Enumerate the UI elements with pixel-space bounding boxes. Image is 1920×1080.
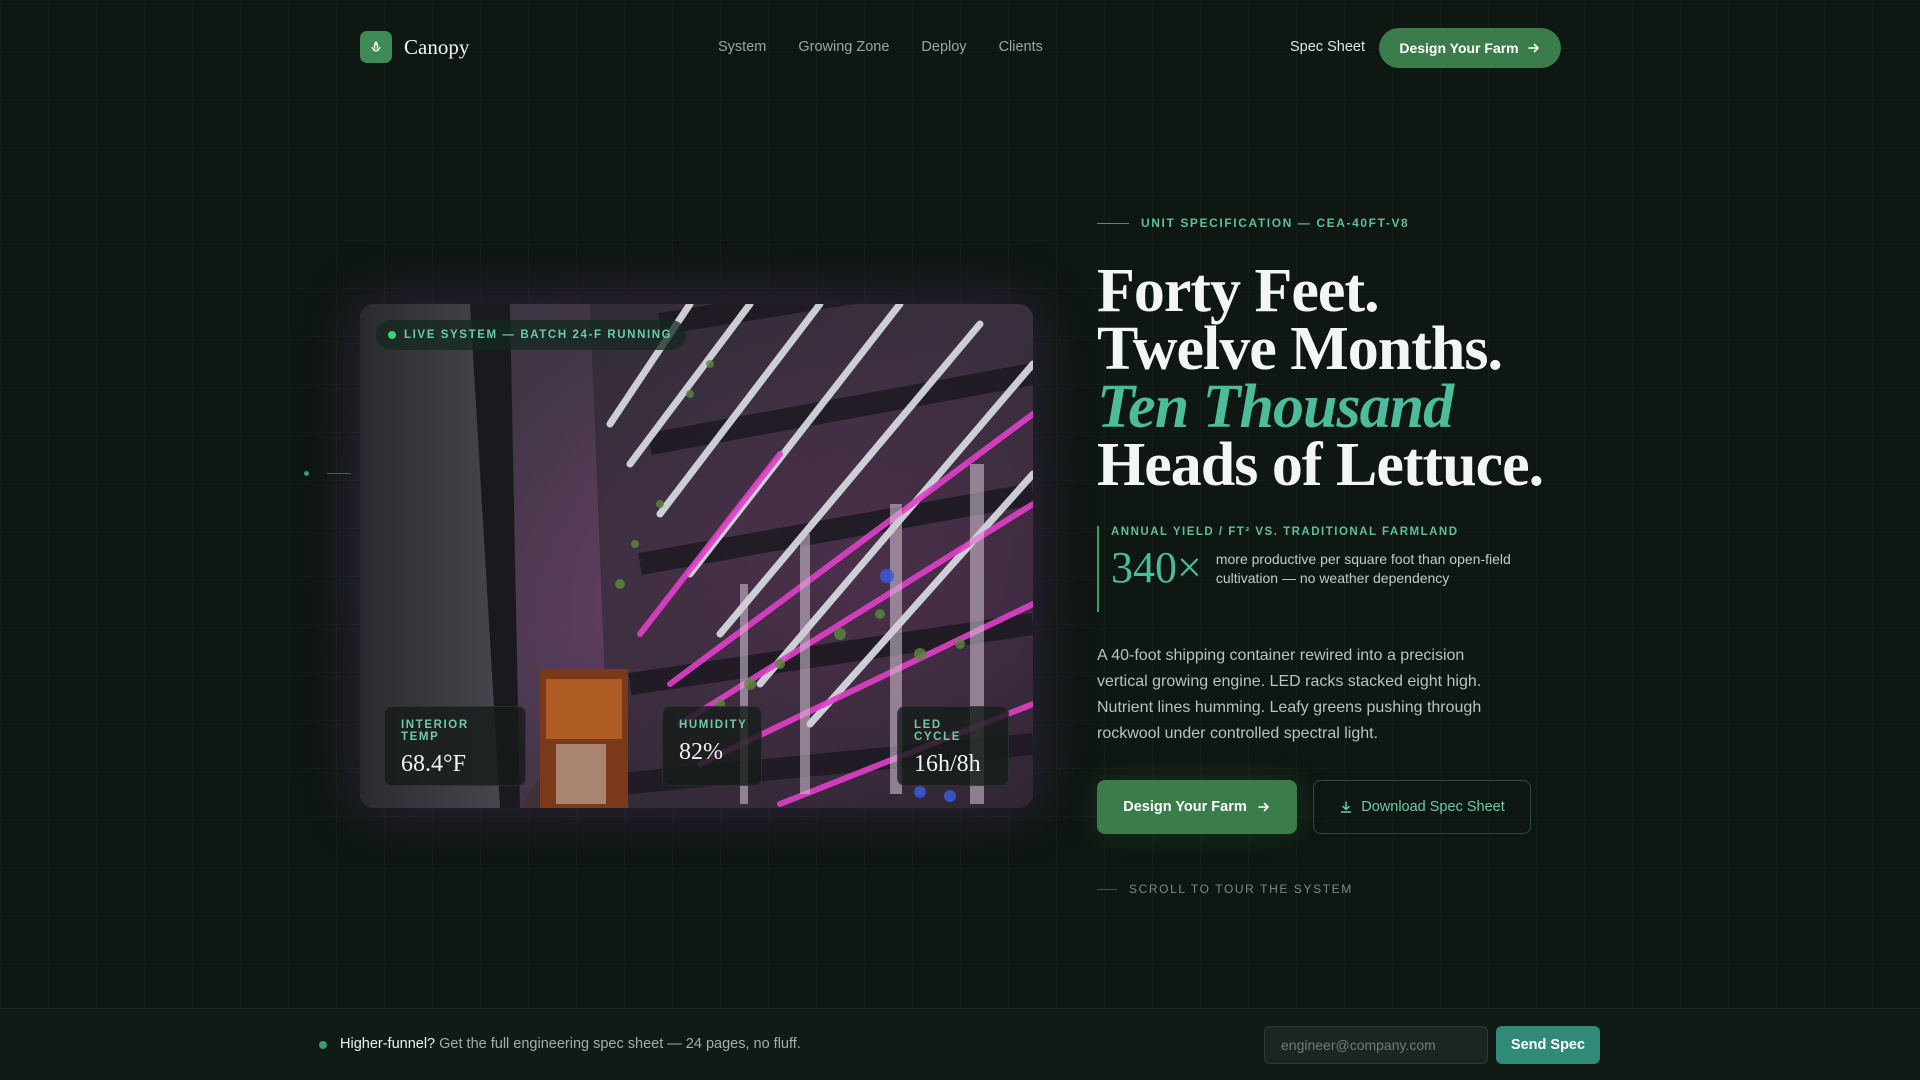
live-status-dot (388, 331, 396, 339)
hero-headline: Forty Feet. Twelve Months. Ten Thousand … (1097, 257, 1657, 499)
design-farm-button[interactable]: Design Your Farm (1097, 780, 1297, 834)
nav-cta-label: Design Your Farm (1399, 40, 1519, 56)
live-system-badge: LIVE SYSTEM — BATCH 24-F RUNNING (376, 320, 687, 350)
nav-spec-sheet-link[interactable]: Spec Sheet (1290, 39, 1365, 55)
yield-label: ANNUAL YIELD / FT² VS. TRADITIONAL FARML… (1111, 526, 1459, 538)
download-icon (1341, 801, 1352, 813)
primary-cta-label: Design Your Farm (1123, 799, 1247, 815)
stat-label: LED CYCLE (914, 719, 961, 743)
nav-link-system[interactable]: System (718, 39, 766, 55)
side-dot (304, 471, 309, 476)
stat-value: 16h/8h (914, 751, 981, 777)
signup-message: Higher-funnel? Get the full engineering … (340, 1036, 801, 1052)
yield-row: 340× more productive per square foot tha… (1111, 546, 1536, 590)
headline-line-2: Twelve Months. (1097, 315, 1503, 383)
nav-link-growing-zone[interactable]: Growing Zone (798, 39, 889, 55)
nav-design-farm-button[interactable]: Design Your Farm (1379, 28, 1561, 68)
scroll-hint-label: SCROLL TO TOUR THE SYSTEM (1129, 882, 1353, 896)
nav-link-clients[interactable]: Clients (999, 39, 1043, 55)
top-nav: Canopy System Growing Zone Deploy Client… (0, 0, 1920, 96)
signup-lead: Higher-funnel? (340, 1036, 436, 1052)
headline-line-4: Heads of Lettuce. (1097, 431, 1544, 499)
stat-interior-temp: INTERIOR TEMP 68.4°F (384, 706, 526, 786)
scroll-line (1097, 888, 1117, 890)
signup-dot (319, 1041, 327, 1049)
scroll-hint: SCROLL TO TOUR THE SYSTEM (1097, 882, 1353, 896)
arrow-right-icon (1527, 43, 1539, 53)
stat-value: 68.4°F (401, 751, 466, 777)
annual-yield-stat: ANNUAL YIELD / FT² VS. TRADITIONAL FARML… (1097, 526, 1536, 612)
secondary-cta-label: Download Spec Sheet (1361, 799, 1505, 815)
side-indicator (304, 471, 351, 476)
headline-line-accent: Ten Thousand (1097, 373, 1454, 441)
hero-image-card: LIVE SYSTEM — BATCH 24-F RUNNING INTERIO… (360, 304, 1033, 808)
stat-led-cycle: LED CYCLE 16h/8h (897, 706, 1009, 786)
stat-label: HUMIDITY (679, 719, 748, 731)
live-badge-label: LIVE SYSTEM — BATCH 24-F RUNNING (404, 329, 673, 341)
yield-value: 340× (1111, 543, 1202, 592)
unit-spec-eyebrow: UNIT SPECIFICATION — CEA-40FT-V8 (1097, 216, 1409, 230)
stat-humidity: HUMIDITY 82% (662, 706, 762, 786)
side-line (327, 473, 351, 474)
send-spec-button[interactable]: Send Spec (1496, 1026, 1600, 1064)
stat-label: INTERIOR TEMP (401, 719, 469, 743)
eyebrow-label: UNIT SPECIFICATION — CEA-40FT-V8 (1141, 216, 1410, 230)
brand-name: Canopy (404, 34, 470, 59)
nav-link-deploy[interactable]: Deploy (921, 39, 966, 55)
eyebrow-line (1097, 222, 1129, 224)
brand-logo[interactable]: Canopy (360, 31, 469, 63)
hero-body-copy: A 40-foot shipping container rewired int… (1097, 647, 1482, 742)
leaf-icon (360, 31, 392, 63)
email-field[interactable] (1264, 1026, 1488, 1064)
signup-text: Get the full engineering spec sheet — 24… (439, 1036, 801, 1052)
download-spec-sheet-button[interactable]: Download Spec Sheet (1313, 780, 1531, 834)
nav-links: System Growing Zone Deploy Clients (718, 39, 1043, 55)
spec-signup-bar: Higher-funnel? Get the full engineering … (0, 1008, 1920, 1080)
stat-value: 82% (679, 739, 723, 765)
headline-line-1: Forty Feet. (1097, 257, 1380, 325)
arrow-right-icon (1257, 802, 1269, 812)
yield-description: more productive per square foot than ope… (1215, 551, 1511, 586)
